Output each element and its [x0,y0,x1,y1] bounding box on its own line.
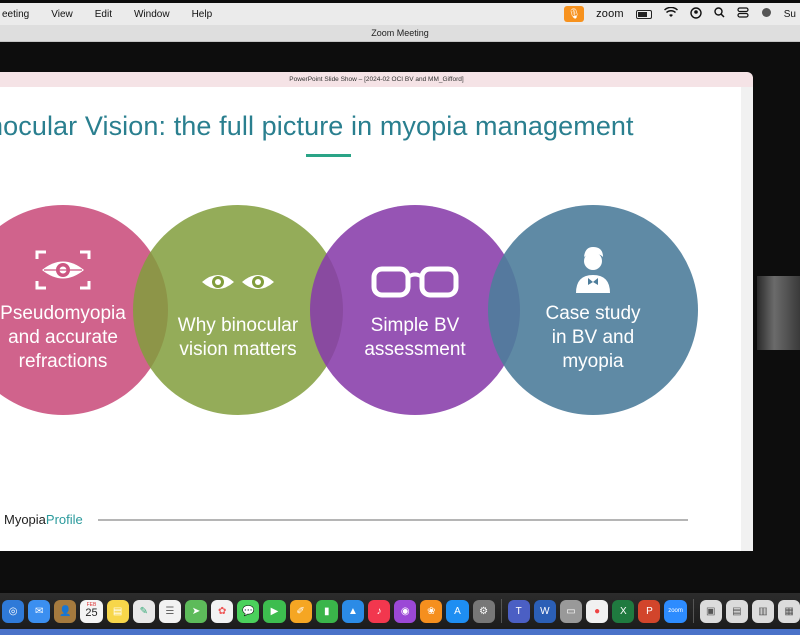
mail-icon[interactable]: ✉ [28,599,51,623]
slide-title: nocular Vision: the full picture in myop… [0,111,634,141]
powerpoint-icon[interactable]: P [638,599,661,623]
menu-items: eeting View Edit Window Help [0,9,212,20]
topic-label-line: in BV and [551,327,635,348]
myopia-profile-logo: MyopiaProfile [4,512,83,527]
glasses-icon [370,258,460,306]
notes-icon[interactable]: ▤ [106,599,129,623]
powerpoint-scrollbar[interactable] [741,87,753,551]
control-center-icon[interactable] [737,7,749,21]
title-underline [306,154,351,157]
reminders-icon[interactable]: ☰ [158,599,181,623]
document-thumbnail-icon[interactable]: ▤ [725,599,748,623]
freeform-icon[interactable]: ✎ [132,599,155,623]
numbers-icon[interactable]: ▮ [315,599,338,623]
topic-label-2: Why binocular vision matters [178,314,298,362]
brand-part-1: Myopia [4,512,46,527]
microphone-icon[interactable]: 🎙 [564,6,585,22]
powerpoint-window-title: PowerPoint Slide Show – [2024-02 OCI BV … [0,72,753,87]
topic-label-line: assessment [364,339,466,360]
topic-circle-case-study: Case study in BV and myopia [488,205,698,415]
topic-label-line: Pseudomyopia [0,303,126,324]
menu-meeting[interactable]: eeting [2,9,29,20]
document-thumbnail-icon[interactable]: ▥ [751,599,775,623]
battery-icon[interactable] [635,9,652,19]
podcasts-icon[interactable]: ◉ [394,599,417,623]
topic-label-line: Simple BV [370,315,460,336]
topic-label-3: Simple BV assessment [364,314,465,362]
flower-app-icon[interactable]: ❀ [420,599,443,623]
footer-line [98,519,688,521]
menu-edit[interactable]: Edit [95,9,112,20]
eyes-icon [200,258,276,306]
mac-dock: ◎ ✉ 👤 FEB 25 ▤ ✎ ☰ ➤ ✿ 💬 ▶ ✐ ▮ ▲ ♪ ◉ ❀ A… [0,593,800,629]
music-icon[interactable]: ♪ [367,599,391,623]
topic-label-line: and accurate [8,327,118,348]
chrome-icon[interactable]: ● [586,599,609,623]
calendar-icon[interactable]: FEB 25 [80,599,103,623]
eye-scan-icon [34,246,92,294]
topic-label-line: myopia [562,351,624,372]
participant-video-thumbnail[interactable] [757,276,800,350]
screen: eeting View Edit Window Help 🎙 zoom Su Z… [0,0,800,635]
safari-icon[interactable]: ◎ [2,599,25,623]
brand-part-2: Profile [45,512,83,527]
zoom-window-titlebar: Zoom Meeting [0,25,800,42]
menu-help[interactable]: Help [192,9,213,20]
zoom-app-label[interactable]: zoom [596,8,624,20]
facetime-icon[interactable]: ▶ [263,599,286,623]
app-store-icon[interactable]: A [446,599,469,623]
contacts-icon[interactable]: 👤 [54,599,77,623]
mac-menubar: eeting View Edit Window Help 🎙 zoom Su [0,3,800,25]
screen-share-border [0,629,800,635]
topic-label-line: refractions [18,351,108,372]
excel-icon[interactable]: X [612,599,635,623]
dock-separator [692,599,694,623]
menubar-status: 🎙 zoom Su [564,6,800,22]
wifi-icon[interactable] [663,6,678,21]
topic-label-line: Case study [545,303,641,324]
menu-view[interactable]: View [51,9,73,20]
menu-window[interactable]: Window [134,9,170,20]
document-thumbnail-icon[interactable]: ▦ [778,599,800,623]
dock-separator [500,599,502,623]
word-icon[interactable]: W [533,599,556,623]
topic-label-4: Case study in BV and myopia [545,302,640,374]
document-thumbnail-icon[interactable]: ▣ [699,599,722,623]
teams-icon[interactable]: T [507,599,530,623]
user-account-icon[interactable] [690,6,702,22]
presentation-slide: nocular Vision: the full picture in myop… [0,87,741,551]
photos-icon[interactable]: ✿ [211,599,234,623]
preview-icon[interactable]: ▭ [559,599,583,623]
topic-label-1: Pseudomyopia and accurate refractions [0,302,126,374]
topic-label-line: vision matters [179,339,297,360]
zoom-dock-icon[interactable]: zoom [664,599,687,623]
search-icon[interactable] [714,7,725,21]
messages-icon[interactable]: 💬 [237,599,260,623]
pages-icon[interactable]: ✐ [289,599,312,623]
system-settings-icon[interactable]: ⚙ [472,599,495,623]
topic-label-line: Why binocular [177,315,299,336]
siri-icon[interactable] [761,7,772,21]
keynote-icon[interactable]: ▲ [341,599,364,623]
maps-icon[interactable]: ➤ [184,599,208,623]
menubar-user-name[interactable]: Su [784,9,796,20]
calendar-day: 25 [85,607,98,619]
person-icon [573,246,613,294]
